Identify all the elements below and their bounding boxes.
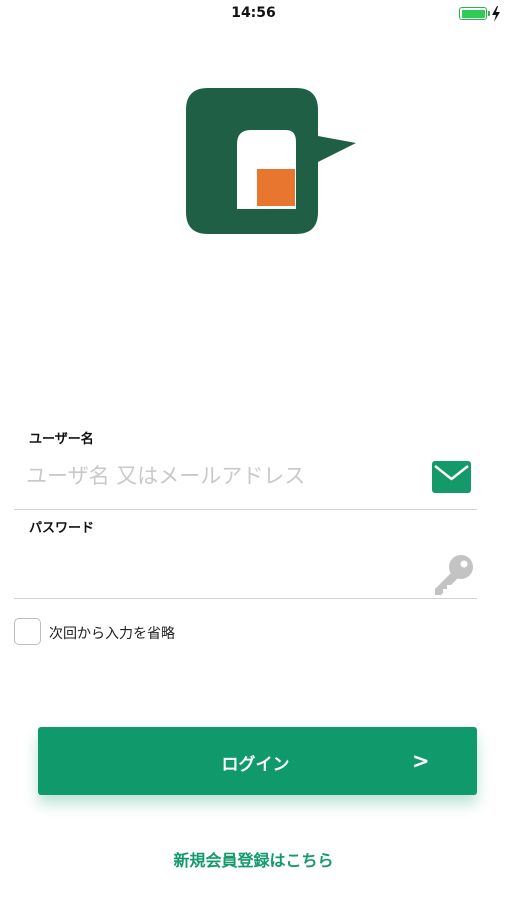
status-bar: 14:56 [0, 0, 507, 28]
logo-frame [186, 88, 356, 234]
login-button[interactable]: ログイン > [38, 727, 477, 795]
status-time: 14:56 [231, 5, 276, 21]
remember-label: 次回から入力を省略 [49, 626, 175, 642]
chevron-right-icon: > [412, 749, 430, 773]
battery-icon [459, 7, 490, 20]
username-divider [14, 509, 477, 510]
mail-icon [432, 461, 471, 493]
battery-level [461, 9, 485, 18]
key-icon [435, 555, 473, 595]
username-label: ユーザー名 [29, 432, 94, 447]
remember-option[interactable]: 次回から入力を省略 [14, 616, 314, 646]
password-label: パスワード [29, 521, 95, 536]
bolt-icon [492, 6, 500, 22]
username-input[interactable] [26, 456, 426, 496]
logo-accent-square [257, 169, 295, 206]
remember-checkbox[interactable] [14, 618, 41, 645]
password-input[interactable] [26, 550, 426, 590]
logo-mark [186, 88, 356, 234]
password-divider [14, 598, 477, 599]
register-link[interactable]: 新規会員登録はこちら [0, 847, 507, 871]
